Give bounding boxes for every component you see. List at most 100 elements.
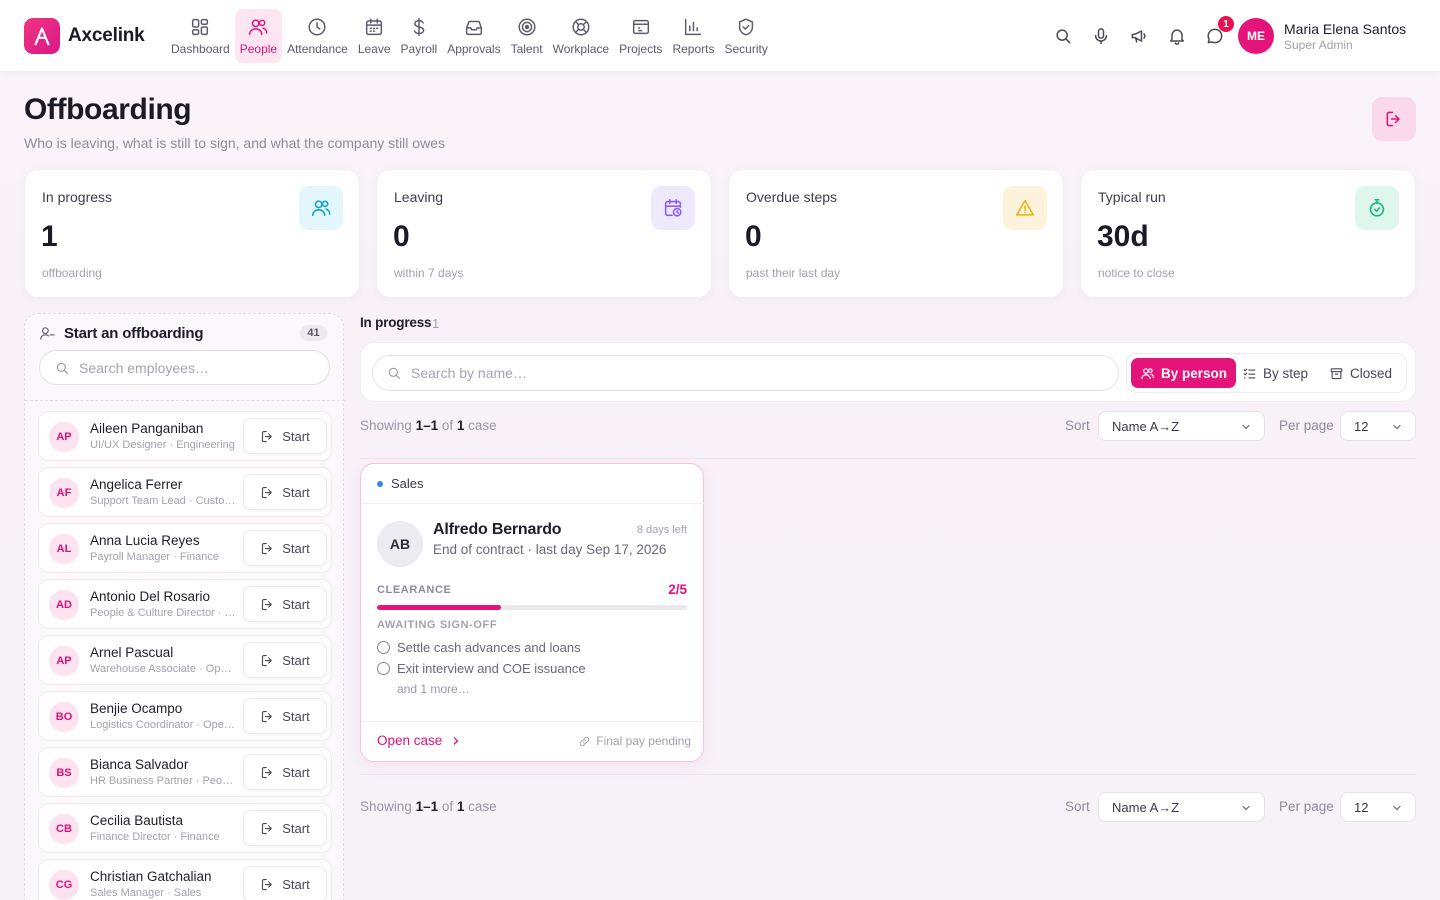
start-button[interactable]: Start [243, 810, 327, 846]
nav-reports[interactable]: Reports [667, 9, 719, 63]
employee-role: Logistics Coordinator · Operations [90, 719, 236, 731]
sort-select-bottom[interactable]: Name A→Z [1098, 792, 1265, 822]
brand-logo-icon [24, 18, 60, 54]
showing-unit: case [468, 418, 497, 433]
employee-name: Angelica Ferrer [90, 477, 183, 492]
sort-value: Name A→Z [1112, 418, 1180, 434]
case-search[interactable] [372, 355, 1119, 391]
target-icon [518, 18, 536, 36]
showing-prefix: Showing [360, 418, 412, 433]
nav-leave[interactable]: Leave [353, 9, 396, 63]
sort-select[interactable]: Name A→Z [1098, 411, 1265, 441]
nav-workplace[interactable]: Workplace [548, 9, 614, 63]
start-button[interactable]: Start [243, 474, 327, 510]
dashboard-icon [192, 18, 209, 36]
timer-icon [1369, 198, 1385, 217]
main-nav: Dashboard People Attendance Leave Payrol… [166, 9, 773, 63]
per-page-select[interactable]: 12 [1340, 411, 1416, 441]
showing-range: 1–1 [415, 418, 439, 433]
nav-dashboard[interactable]: Dashboard [166, 9, 235, 63]
nav-label: Approvals [447, 42, 501, 56]
case-department: Sales [377, 476, 424, 491]
sort-label: Sort [1065, 418, 1090, 433]
chevron-down-icon [1393, 424, 1401, 430]
start-button[interactable]: Start [243, 418, 327, 454]
bar-chart-icon [685, 18, 702, 36]
notifications-button[interactable] [1166, 22, 1188, 50]
offboarding-case-card[interactable]: Sales AB Alfredo Bernardo 8 days left En… [360, 463, 705, 762]
voice-button[interactable] [1090, 22, 1112, 50]
list-item: CB Cecilia Bautista Finance Director · F… [38, 803, 332, 853]
log-out-icon [262, 654, 273, 666]
stat-note: within 7 days [394, 266, 464, 280]
messages-button[interactable]: 1 [1204, 16, 1234, 50]
results-summary-top: Showing 1–1 of 1 case [360, 418, 497, 433]
nav-label: Reports [672, 42, 715, 56]
case-search-input[interactable] [411, 365, 1071, 381]
open-case-link[interactable]: Open case [377, 733, 462, 748]
stat-label: Typical run [1098, 189, 1166, 205]
nav-attendance[interactable]: Attendance [282, 9, 353, 63]
top-actions: 1 [1052, 16, 1234, 50]
start-label: Start [282, 484, 310, 500]
nav-label: Projects [619, 42, 663, 56]
view-by-person-button[interactable]: By person [1131, 358, 1237, 388]
nav-label: Workplace [552, 42, 610, 56]
exit-button[interactable] [1372, 97, 1416, 141]
search-icon [56, 362, 68, 374]
employee-name: Aileen Panganiban [90, 421, 204, 436]
start-label: Start [282, 652, 310, 668]
users-icon [1141, 367, 1155, 379]
view-by-step-button[interactable]: By step [1233, 358, 1317, 388]
showing-of: of [441, 418, 454, 433]
stat-label: Leaving [394, 189, 444, 205]
nav-label: Payroll [400, 42, 438, 56]
nav-approvals[interactable]: Approvals [442, 9, 505, 63]
per-page-select-bottom[interactable]: 12 [1340, 792, 1416, 822]
nav-people[interactable]: People [234, 9, 283, 63]
log-out-icon [262, 542, 273, 554]
employee-name: Anna Lucia Reyes [90, 533, 200, 548]
nav-label: People [239, 42, 278, 56]
start-button[interactable]: Start [243, 866, 327, 900]
stat-card-in-progress: In progress 1 offboarding [24, 169, 360, 298]
avatar: AP [49, 422, 79, 452]
nav-talent[interactable]: Talent [506, 9, 548, 63]
view-closed-button[interactable]: Closed [1320, 358, 1401, 388]
search-button[interactable] [1052, 22, 1074, 50]
start-button[interactable]: Start [243, 586, 327, 622]
start-button[interactable]: Start [243, 698, 327, 734]
section-title: In progress [360, 315, 432, 330]
nav-projects[interactable]: Projects [614, 9, 667, 63]
announcements-button[interactable] [1128, 22, 1150, 50]
stat-icon-box [1003, 186, 1047, 230]
start-button[interactable]: Start [243, 530, 327, 566]
start-label: Start [282, 596, 310, 612]
employee-search[interactable] [39, 350, 330, 385]
nav-payroll[interactable]: Payroll [396, 9, 443, 63]
panel-title: Start an offboarding [64, 325, 204, 342]
stat-label: In progress [42, 189, 113, 205]
view-label: By person [1161, 365, 1228, 381]
search-icon [1056, 29, 1071, 44]
chevron-down-icon [1242, 424, 1250, 430]
employee-name: Christian Gatchalian [90, 869, 212, 884]
start-button[interactable]: Start [243, 754, 327, 790]
per-page-label: Per page [1279, 799, 1334, 814]
brand-name: Axcelink [68, 25, 145, 46]
department-name: Sales [391, 476, 424, 491]
warning-icon [1015, 199, 1035, 216]
employee-search-input[interactable] [79, 359, 299, 376]
brand[interactable]: Axcelink [24, 18, 145, 54]
start-button[interactable]: Start [243, 642, 327, 678]
list-item: BO Benjie Ocampo Logistics Coordinator ·… [38, 691, 332, 741]
avatar: AB [377, 521, 423, 567]
employee-name: Antonio Del Rosario [90, 589, 211, 604]
log-out-icon [262, 822, 273, 834]
start-offboarding-panel: Start an offboarding 41 AP Aileen Pangan… [24, 313, 345, 900]
user-menu[interactable]: ME Maria Elena Santos Super Admin [1238, 18, 1406, 54]
showing-prefix: Showing [360, 799, 412, 814]
nav-security[interactable]: Security [719, 9, 772, 63]
case-detail: End of contract · last day Sep 17, 2026 [433, 542, 667, 557]
employee-role: Warehouse Associate · Operations [90, 663, 236, 675]
